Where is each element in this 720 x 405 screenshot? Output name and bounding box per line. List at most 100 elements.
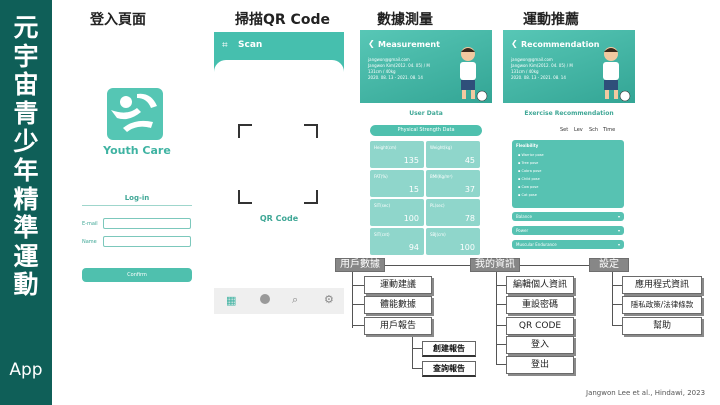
connector [519, 265, 589, 266]
node-login[interactable]: 登入 [506, 336, 574, 354]
name-field[interactable] [103, 236, 191, 247]
confirm-button[interactable]: Confirm [82, 268, 192, 282]
profile-nav-icon[interactable] [260, 294, 270, 304]
node-exercise-advice[interactable]: 運動建議 [364, 276, 432, 294]
frame-corner-bl [238, 190, 252, 204]
measurement-header: ❮ Measurement jangwon@gmail.com Jangwon … [360, 30, 492, 103]
title-char: 動 [13, 270, 39, 300]
exercise-rec-heading: Exercise Recommendation [524, 110, 614, 117]
exercise-item[interactable]: ▪ Warrior pose [518, 151, 544, 159]
node-app-info[interactable]: 應用程式資訊 [622, 276, 702, 294]
back-icon[interactable]: ❮ [511, 39, 518, 48]
connector [496, 304, 506, 305]
exercise-item[interactable]: ▪ Cobra pose [518, 167, 541, 175]
metric-value: 45 [464, 156, 475, 165]
metric-label: BMI(Kg/m²) [430, 174, 453, 179]
measure-section-title: 數據測量 [377, 12, 433, 28]
login-section-title: 登入頁面 [90, 12, 146, 28]
root-node-user-data: 用戶數據 [335, 258, 385, 272]
metric-cell: FAT(%) 15 [370, 170, 424, 197]
title-char: 運 [13, 241, 39, 271]
metric-label: Height(cm) [374, 145, 397, 150]
user-info: jangwon@gmail.com Jangwon Kim(2012. 04. … [511, 57, 573, 81]
metric-cell: Height(cm) 135 [370, 141, 424, 168]
login-heading: Log-in [124, 194, 150, 202]
user-data-heading: User Data [409, 110, 443, 117]
divider [82, 205, 192, 206]
connector [352, 285, 364, 286]
power-dropdown[interactable]: Power ▾ [512, 226, 624, 235]
scan-icon: ⌗ [222, 40, 228, 51]
node-query-report[interactable]: 查詢報告 [422, 361, 476, 377]
root-node-settings: 設定 [589, 258, 629, 272]
title-char: 精 [13, 184, 39, 214]
node-edit-profile[interactable]: 編輯個人資訊 [506, 276, 574, 294]
title-char: 宙 [13, 70, 39, 100]
exercise-item[interactable]: ▪ Tree pose [518, 159, 538, 167]
exercise-item[interactable]: ▪ Child pose [518, 175, 540, 183]
boy-illustration [603, 47, 631, 102]
name-label: Name [82, 239, 97, 245]
qr-code-label: QR Code [259, 214, 299, 223]
metric-value: 15 [408, 185, 419, 194]
info-line: 2020. 08. 13 - 2021. 08. 14 [511, 75, 566, 80]
connector [612, 304, 622, 305]
exercise-item[interactable]: ▪ Cat pose [518, 191, 537, 199]
metric-label: SBJ(cm) [430, 232, 446, 237]
email-field[interactable] [103, 218, 191, 229]
title-char: 青 [13, 98, 39, 128]
metric-label: Weight(kg) [430, 145, 452, 150]
search-nav-icon[interactable]: ⌕ [292, 293, 298, 307]
balance-dropdown[interactable]: Balance ▾ [512, 212, 624, 221]
connector [412, 333, 413, 369]
connector [352, 304, 364, 305]
scan-body [214, 60, 344, 290]
frame-corner-br [304, 190, 318, 204]
citation: Jangwon Lee et al., Hindawi, 2023 [586, 389, 706, 397]
brand-name: Youth Care [103, 144, 171, 157]
metric-label: PL(sec) [430, 203, 445, 208]
gear-nav-icon[interactable]: ⚙ [324, 293, 334, 306]
boy-illustration [460, 47, 488, 102]
frame-corner-tl [238, 124, 252, 138]
connector [496, 325, 506, 326]
col-lev: Lev [574, 127, 583, 133]
qr-nav-icon[interactable]: ▦ [226, 294, 236, 307]
node-logout[interactable]: 登出 [506, 356, 574, 374]
measurement-title: Measurement [378, 40, 440, 49]
bottom-nav: ▦ ⌕ ⚙ [214, 288, 344, 314]
physical-strength-pill[interactable]: Physical Strength Data [370, 125, 482, 136]
vertical-title-bar: 元 宇 宙 青 少 年 精 準 運 動 App [0, 0, 52, 405]
node-create-report[interactable]: 創建報告 [422, 341, 476, 357]
node-help[interactable]: 幫助 [622, 317, 702, 335]
connector [612, 285, 622, 286]
node-qr-code[interactable]: QR CODE [506, 317, 574, 335]
node-fitness-data[interactable]: 體能數據 [364, 296, 432, 314]
metric-value: 135 [403, 156, 419, 165]
root-node-my-info: 我的資訊 [470, 258, 520, 272]
connector [412, 348, 422, 349]
connector [496, 364, 506, 365]
connector [496, 285, 506, 286]
metric-cell: SIT(sec) 100 [370, 199, 424, 226]
metric-cell: SBJ(cm) 100 [426, 228, 480, 255]
recommend-header: ❮ Recommendation jangwon@gmail.com Jangw… [503, 30, 635, 103]
metric-label: FAT(%) [374, 174, 388, 179]
user-info: jangwon@gmail.com Jangwon Kim(2012. 04. … [368, 57, 430, 81]
email-label: E-mail [82, 221, 98, 227]
title-char: 元 [13, 13, 39, 42]
metric-value: 100 [459, 243, 475, 252]
node-user-report[interactable]: 用戶報告 [364, 317, 432, 335]
muscular-endurance-dropdown[interactable]: Muscular Endurance ▾ [512, 240, 624, 249]
connector [352, 325, 364, 326]
node-privacy-policy[interactable]: 隱私政策/法律條款 [622, 296, 702, 314]
exercise-item[interactable]: ▪ Cow pose [518, 183, 538, 191]
metric-value: 94 [408, 243, 419, 252]
metric-cell: Weight(kg) 45 [426, 141, 480, 168]
col-time: Time [603, 127, 616, 133]
node-reset-password[interactable]: 重設密碼 [506, 296, 574, 314]
back-icon[interactable]: ❮ [368, 39, 375, 48]
title-char: 準 [13, 213, 39, 243]
vertical-title: 元 宇 宙 青 少 年 精 準 運 動 [0, 13, 52, 300]
flexibility-panel: Flexibility ▪ Warrior pose ▪ Tree pose ▪… [512, 140, 624, 208]
